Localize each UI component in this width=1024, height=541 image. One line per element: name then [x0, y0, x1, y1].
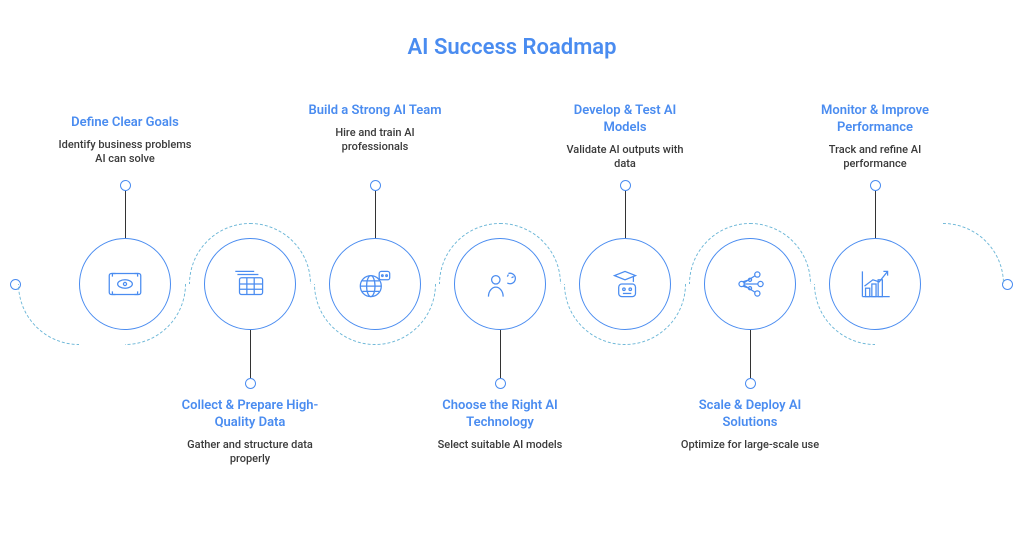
connector-line-6: [750, 330, 751, 378]
connector-dot-2: [245, 378, 256, 389]
step-circle-4: [454, 238, 546, 330]
step-circle-3: [329, 238, 421, 330]
step-subtitle: Optimize for large-scale use: [680, 438, 820, 452]
step-4: Choose the Right AI Technology Select su…: [430, 398, 570, 452]
step-circle-2: [204, 238, 296, 330]
growth-chart-icon: [854, 263, 896, 305]
step-5: Develop & Test AI Models Validate AI out…: [555, 103, 695, 171]
connector-line-3: [375, 191, 376, 238]
step-subtitle: Track and refine AI performance: [805, 143, 945, 172]
step-title: Collect & Prepare High-Quality Data: [180, 398, 320, 432]
connector-dot-6: [745, 378, 756, 389]
grad-robot-icon: [604, 263, 646, 305]
step-subtitle: Validate AI outputs with data: [555, 143, 695, 172]
connector-line-5: [625, 191, 626, 238]
step-subtitle: Identify business problems AI can solve: [55, 138, 195, 167]
step-3: Build a Strong AI Team Hire and train AI…: [305, 103, 445, 154]
connector-dot-5: [620, 180, 631, 191]
connector-line-2: [250, 330, 251, 378]
globe-chat-icon: [354, 263, 396, 305]
data-table-icon: [229, 263, 271, 305]
step-1: Define Clear Goals Identify business pro…: [55, 115, 195, 166]
connector-line-7: [875, 191, 876, 238]
step-circle-1: [79, 238, 171, 330]
step-title: Scale & Deploy AI Solutions: [680, 398, 820, 432]
step-circle-6: [704, 238, 796, 330]
connector-dot-4: [495, 378, 506, 389]
page-title: AI Success Roadmap: [0, 0, 1024, 60]
step-title: Choose the Right AI Technology: [430, 398, 570, 432]
step-circle-7: [829, 238, 921, 330]
step-subtitle: Select suitable AI models: [430, 438, 570, 452]
person-gears-icon: [479, 263, 521, 305]
step-7: Monitor & Improve Performance Track and …: [805, 103, 945, 171]
connector-dot-1: [120, 180, 131, 191]
network-icon: [729, 263, 771, 305]
step-subtitle: Hire and train AI professionals: [305, 126, 445, 155]
step-title: Build a Strong AI Team: [305, 103, 445, 120]
step-title: Monitor & Improve Performance: [805, 103, 945, 137]
connector-dot-3: [370, 180, 381, 191]
step-6: Scale & Deploy AI Solutions Optimize for…: [680, 398, 820, 452]
step-title: Define Clear Goals: [55, 115, 195, 132]
eye-frame-icon: [104, 263, 146, 305]
step-subtitle: Gather and structure data properly: [180, 438, 320, 467]
step-2: Collect & Prepare High-Quality Data Gath…: [180, 398, 320, 466]
connector-line-4: [500, 330, 501, 378]
step-title: Develop & Test AI Models: [555, 103, 695, 137]
connector-dot-7: [870, 180, 881, 191]
roadmap-diagram: Define Clear Goals Identify business pro…: [0, 80, 1024, 540]
step-circle-5: [579, 238, 671, 330]
connector-line-1: [125, 191, 126, 238]
